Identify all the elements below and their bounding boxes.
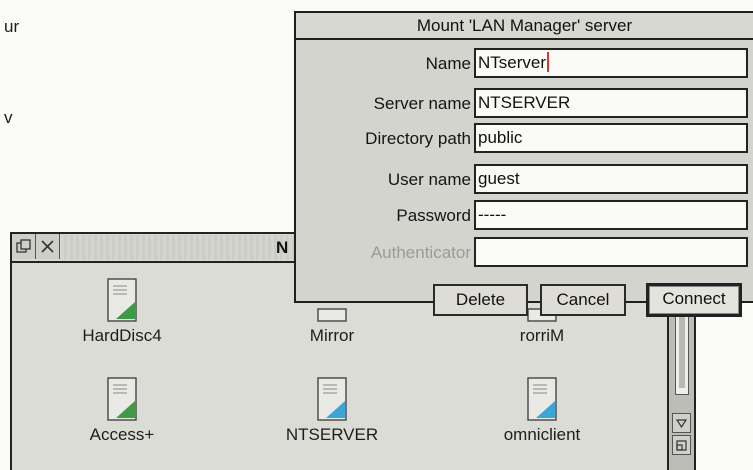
lanman-server-icon: [317, 377, 347, 421]
server-name-field[interactable]: NTSERVER: [474, 88, 748, 118]
directory-path-label: Directory path: [365, 129, 471, 148]
lanman-server-icon: [527, 377, 557, 421]
authenticator-row: Authenticator: [296, 237, 753, 271]
text-caret: [547, 52, 550, 72]
background-text: ur: [4, 17, 20, 36]
mount-server-dialog: Mount 'LAN Manager' server Name NTserver…: [294, 11, 753, 317]
icon-label: NTSERVER: [285, 425, 379, 444]
harddisc-icon: [107, 278, 137, 322]
authenticator-label: Authenticator: [370, 243, 471, 262]
password-label: Password: [396, 206, 471, 225]
directory-path-field[interactable]: public: [474, 123, 748, 153]
dialog-title[interactable]: Mount 'LAN Manager' server: [296, 13, 753, 40]
icon-label: rorriM: [519, 326, 565, 345]
icon-ntserver[interactable]: NTSERVER: [252, 377, 412, 445]
harddisc-icon: [107, 377, 137, 421]
directory-path-row: Directory path public: [296, 123, 753, 157]
close-icon[interactable]: [36, 234, 60, 259]
name-field[interactable]: NTserver: [474, 48, 748, 78]
name-value: NTserver: [478, 53, 547, 72]
icon-label: omniclient: [503, 425, 581, 444]
user-name-row: User name guest: [296, 164, 753, 198]
icon-access-plus[interactable]: Access+: [42, 377, 202, 445]
cancel-button[interactable]: Cancel: [540, 284, 626, 316]
background-text: v: [4, 108, 13, 127]
scroll-down-arrow-icon[interactable]: [672, 413, 691, 433]
resize-icon[interactable]: [672, 435, 691, 455]
icon-label: Mirror: [309, 326, 355, 345]
user-name-label: User name: [387, 170, 471, 189]
name-row: Name NTserver: [296, 48, 753, 82]
name-label: Name: [425, 54, 471, 73]
user-name-field[interactable]: guest: [474, 164, 748, 194]
icon-harddisc4[interactable]: HardDisc4: [42, 278, 202, 346]
authenticator-field: [474, 237, 748, 267]
password-field[interactable]: -----: [474, 200, 748, 230]
password-row: Password -----: [296, 200, 753, 234]
server-name-label: Server name: [373, 94, 471, 113]
filer-title: N: [276, 238, 289, 257]
icon-omniclient[interactable]: omniclient: [462, 377, 622, 445]
delete-button[interactable]: Delete: [433, 284, 528, 316]
icon-label: HardDisc4: [82, 326, 162, 345]
connect-button[interactable]: Connect: [646, 283, 742, 317]
icon-label: Access+: [89, 425, 155, 444]
server-name-row: Server name NTSERVER: [296, 88, 753, 122]
back-icon[interactable]: [12, 234, 36, 259]
